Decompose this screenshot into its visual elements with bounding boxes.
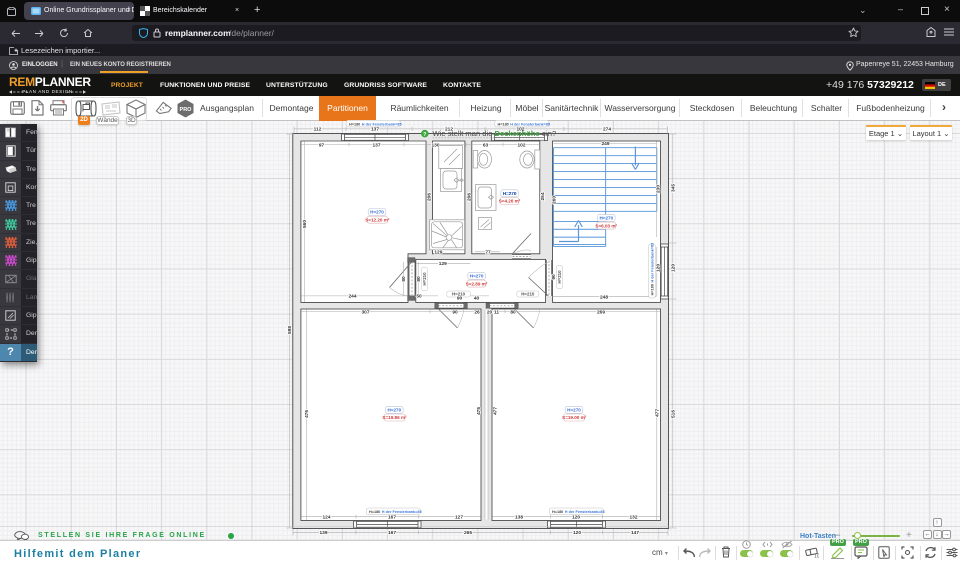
svg-text:137: 137 xyxy=(372,142,380,148)
svg-text:97: 97 xyxy=(319,142,325,148)
svg-text:90: 90 xyxy=(452,309,458,315)
svg-text:120: 120 xyxy=(670,264,676,272)
svg-text:598: 598 xyxy=(287,326,293,334)
svg-text:80: 80 xyxy=(401,276,407,282)
svg-text:269: 269 xyxy=(597,309,605,315)
svg-text:63: 63 xyxy=(483,142,489,148)
svg-text:H der Fensterbank=85: H der Fensterbank=85 xyxy=(565,510,605,514)
svg-text:26: 26 xyxy=(474,309,480,315)
svg-text:H=270: H=270 xyxy=(599,216,613,221)
svg-text:345: 345 xyxy=(670,184,676,192)
svg-text:H=270: H=270 xyxy=(567,408,581,413)
svg-text:H der Fensterbank=85: H der Fensterbank=85 xyxy=(362,122,402,126)
svg-text:477: 477 xyxy=(654,409,660,417)
svg-text:H=210: H=210 xyxy=(557,270,562,284)
svg-text:274: 274 xyxy=(603,127,611,133)
svg-text:S=4.26 m²: S=4.26 m² xyxy=(499,199,521,204)
svg-text:102: 102 xyxy=(517,142,525,148)
svg-text:H der Fensterbank=85: H der Fensterbank=85 xyxy=(382,510,422,514)
svg-text:477: 477 xyxy=(493,407,499,415)
svg-text:H der Fensterbank=85: H der Fensterbank=85 xyxy=(510,122,550,126)
svg-text:H=180: H=180 xyxy=(651,284,655,295)
svg-text:Wie stellt man die Deckenhöhe: Wie stellt man die Deckenhöhe ein? xyxy=(433,129,557,138)
svg-text:S=6.03 m²: S=6.03 m² xyxy=(595,223,617,228)
svg-text:129: 129 xyxy=(439,261,447,267)
svg-text:138: 138 xyxy=(515,515,523,521)
svg-text:167: 167 xyxy=(388,515,396,521)
svg-text:50: 50 xyxy=(416,294,422,300)
svg-text:307: 307 xyxy=(361,309,369,315)
svg-text:S=19.86 m²: S=19.86 m² xyxy=(382,415,407,420)
svg-text:120: 120 xyxy=(656,264,662,272)
svg-text:H=180: H=180 xyxy=(498,122,509,126)
svg-text:249: 249 xyxy=(601,141,609,147)
svg-text:112: 112 xyxy=(314,127,322,133)
svg-text:40: 40 xyxy=(474,296,480,302)
svg-text:20: 20 xyxy=(487,309,493,315)
svg-text:516: 516 xyxy=(670,410,676,418)
svg-text:11: 11 xyxy=(494,309,499,315)
svg-text:H=210: H=210 xyxy=(521,292,535,297)
svg-text:206: 206 xyxy=(466,193,472,201)
svg-text:H=270: H=270 xyxy=(387,408,401,413)
svg-text:H=270: H=270 xyxy=(470,274,484,279)
svg-text:475: 475 xyxy=(476,407,482,415)
svg-text:80: 80 xyxy=(416,276,422,282)
svg-text:90: 90 xyxy=(457,296,463,302)
svg-text:137: 137 xyxy=(371,127,379,133)
svg-text:127: 127 xyxy=(455,515,463,521)
svg-text:129: 129 xyxy=(434,250,442,256)
svg-text:10: 10 xyxy=(814,554,819,559)
svg-text:90: 90 xyxy=(551,274,557,280)
svg-text:H=270: H=270 xyxy=(503,191,517,196)
svg-text:244: 244 xyxy=(348,294,356,300)
svg-text:77: 77 xyxy=(485,250,491,256)
svg-text:476: 476 xyxy=(304,410,310,418)
svg-text:230: 230 xyxy=(656,185,662,193)
svg-text:H=180: H=180 xyxy=(552,510,563,514)
svg-text:254: 254 xyxy=(540,192,546,200)
svg-text:120: 120 xyxy=(572,515,580,521)
svg-text:S=2.89 m²: S=2.89 m² xyxy=(466,281,488,286)
svg-text:132: 132 xyxy=(629,515,637,521)
svg-text:H=180: H=180 xyxy=(349,122,360,126)
svg-text:260: 260 xyxy=(552,196,558,204)
svg-text:130: 130 xyxy=(431,142,439,148)
svg-text:?: ? xyxy=(423,132,426,138)
svg-text:H=270: H=270 xyxy=(370,210,384,215)
svg-text:H=180: H=180 xyxy=(369,510,380,514)
svg-text:H der Fensterbank=85: H der Fensterbank=85 xyxy=(651,243,655,283)
svg-text:248: 248 xyxy=(600,295,608,301)
svg-text:80: 80 xyxy=(510,309,516,315)
svg-text:560: 560 xyxy=(302,220,308,228)
svg-text:206: 206 xyxy=(426,193,432,201)
svg-text:S=12.20 m²: S=12.20 m² xyxy=(365,217,390,222)
svg-text:S=19.00 m²: S=19.00 m² xyxy=(562,415,587,420)
svg-text:124: 124 xyxy=(322,515,330,521)
svg-text:H=210: H=210 xyxy=(422,272,427,286)
